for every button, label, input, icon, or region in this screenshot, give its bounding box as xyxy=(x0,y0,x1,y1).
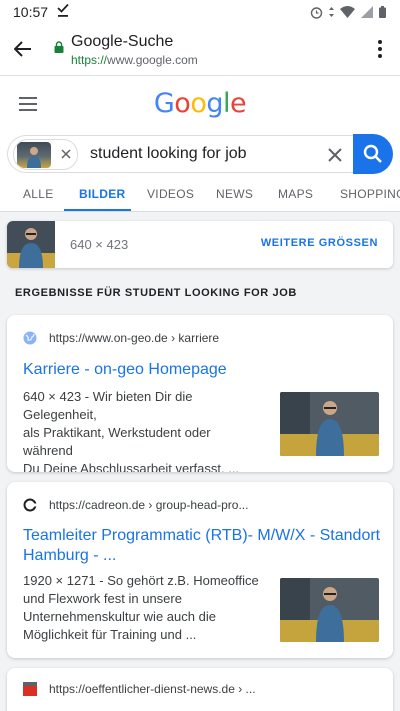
news-favicon-icon xyxy=(23,682,37,696)
image-preview-card[interactable]: 640 × 423 WEITERE GRÖSSEN xyxy=(7,221,393,268)
clear-search-icon[interactable] xyxy=(327,147,343,163)
search-icon xyxy=(363,144,382,163)
result-snippet: 1920 × 1271 - So gehört z.B. Homeoffice … xyxy=(23,573,259,642)
google-header: Google xyxy=(0,76,400,134)
more-vert-icon[interactable] xyxy=(376,38,384,60)
result-snippet: 640 × 423 - Wir bieten Dir die Gelegenhe… xyxy=(23,389,240,472)
preview-thumbnail xyxy=(7,221,55,268)
result-title[interactable]: Teamleiter Programmatic (RTB)- M/W/X - S… xyxy=(23,526,380,566)
status-bar: 10:57 xyxy=(0,0,400,24)
tab-maps[interactable]: MAPS xyxy=(278,187,313,201)
logo-letter: o xyxy=(190,88,207,119)
cadreon-favicon-icon xyxy=(23,498,37,512)
query-image-thumbnail xyxy=(17,142,51,168)
result-url[interactable]: https://oeffentlicher-dienst-news.de › .… xyxy=(49,682,256,696)
result-url[interactable]: https://cadreon.de › group-head-pro... xyxy=(49,498,248,512)
logo-letter: G xyxy=(153,88,175,119)
search-input[interactable]: student looking for job xyxy=(90,145,247,163)
search-box[interactable]: student looking for job xyxy=(7,135,355,173)
logo-letter: g xyxy=(206,88,223,119)
globe-favicon-icon xyxy=(23,331,37,345)
tab-shopping[interactable]: SHOPPING xyxy=(340,187,400,201)
logo-letter: e xyxy=(230,88,247,119)
active-tab-indicator xyxy=(64,209,131,211)
result-url[interactable]: https://www.on-geo.de › karriere xyxy=(49,331,219,345)
lock-icon xyxy=(54,41,64,53)
wifi-icon xyxy=(340,6,355,18)
search-row: student looking for job xyxy=(0,134,400,176)
logo-letter: o xyxy=(174,88,191,119)
result-thumbnail[interactable] xyxy=(280,578,379,642)
search-tabs: ALLE BILDER VIDEOS NEWS MAPS SHOPPING xyxy=(0,176,400,212)
logo-letter: l xyxy=(223,88,231,119)
result-thumbnail[interactable] xyxy=(280,392,379,456)
back-arrow-icon[interactable] xyxy=(10,36,36,62)
result-card[interactable]: https://www.on-geo.de › karriere Karrier… xyxy=(7,315,393,472)
battery-icon xyxy=(379,6,386,18)
result-title[interactable]: Karriere - on-geo Homepage xyxy=(23,360,227,380)
alarm-icon xyxy=(310,6,323,19)
preview-dimensions: 640 × 423 xyxy=(70,237,129,252)
page-title: Google-Suche xyxy=(71,33,174,50)
more-sizes-link[interactable]: WEITERE GRÖSSEN xyxy=(261,237,378,249)
google-logo[interactable]: Google xyxy=(0,88,400,119)
signal-icon xyxy=(361,6,373,18)
tab-alle[interactable]: ALLE xyxy=(23,187,54,201)
results-heading: ERGEBNISSE FÜR STUDENT LOOKING FOR JOB xyxy=(15,287,297,299)
data-arrows-icon xyxy=(329,7,334,17)
image-query-chip[interactable] xyxy=(13,139,78,170)
search-button[interactable] xyxy=(353,134,393,174)
tab-bilder[interactable]: BILDER xyxy=(79,187,125,201)
page-url[interactable]: https://www.google.com xyxy=(71,53,198,67)
result-card[interactable]: https://oeffentlicher-dienst-news.de › .… xyxy=(7,668,393,711)
status-time: 10:57 xyxy=(13,4,49,20)
download-done-icon xyxy=(57,3,69,17)
result-card[interactable]: https://cadreon.de › group-head-pro... T… xyxy=(7,482,393,658)
browser-toolbar: Google-Suche https://www.google.com xyxy=(0,24,400,76)
tab-videos[interactable]: VIDEOS xyxy=(147,187,194,201)
tab-news[interactable]: NEWS xyxy=(216,187,253,201)
remove-image-icon[interactable] xyxy=(59,147,73,161)
